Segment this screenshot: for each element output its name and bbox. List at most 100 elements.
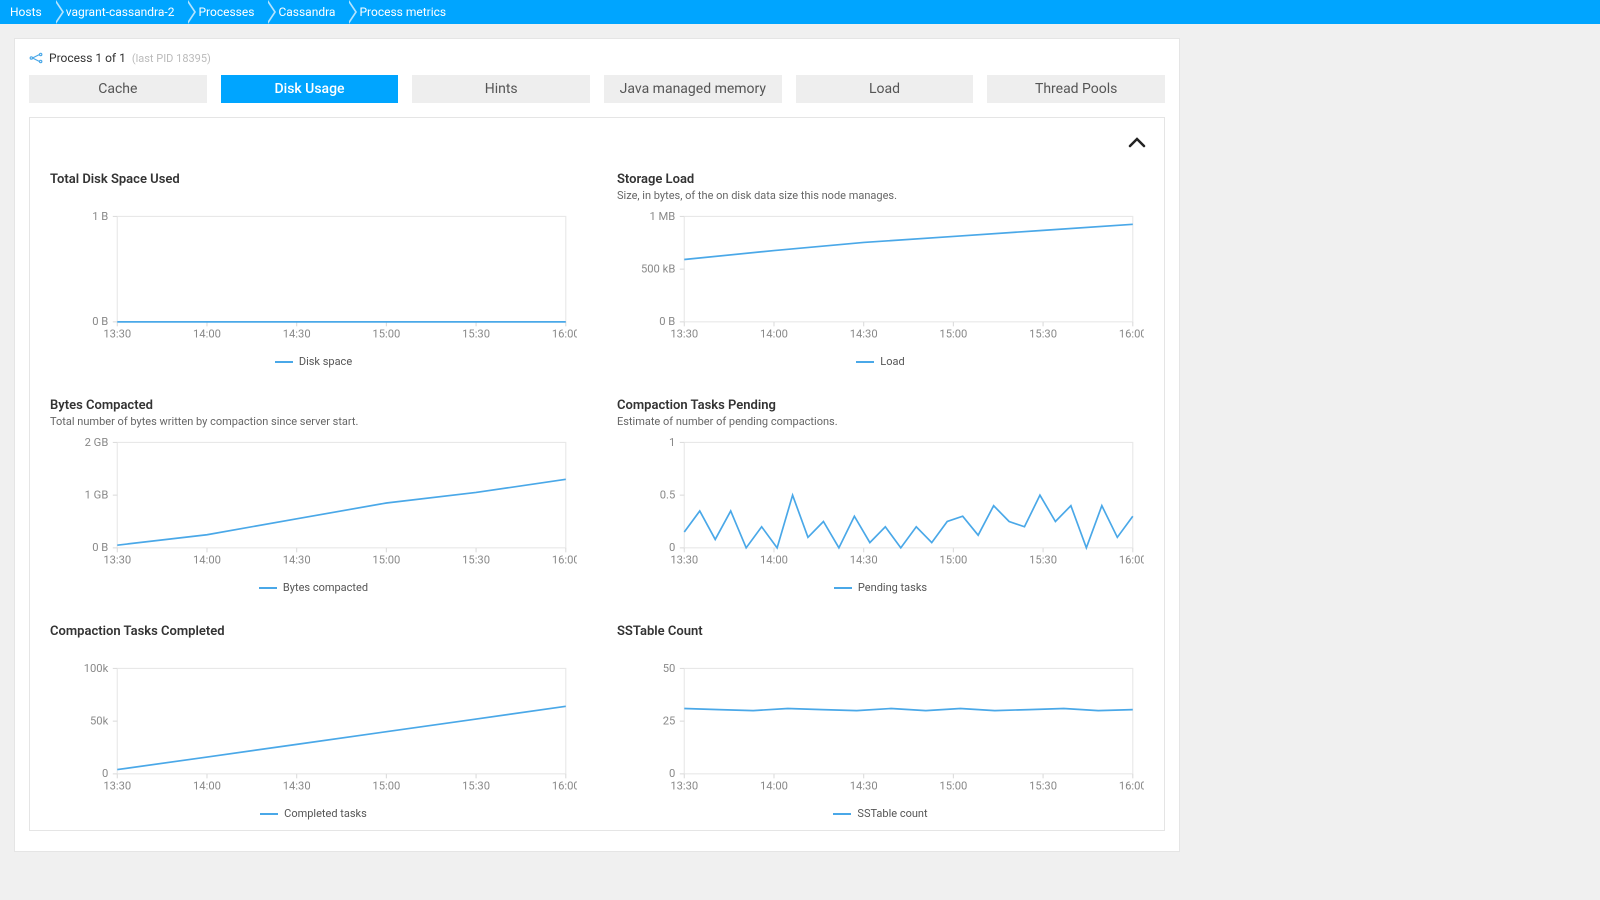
chart-plot[interactable]: 0 B1 B13:3014:0014:3015:0015:3016:00 — [50, 207, 577, 347]
chart-subtitle: Size, in bytes, of the on disk data size… — [617, 189, 1144, 203]
svg-text:50k: 50k — [90, 715, 109, 728]
chart-legend: SSTable count — [617, 807, 1144, 820]
chart-sstable-count: SSTable Count 0 25 50 13:30 14:00 14:30 15:00 1… — [617, 624, 1144, 820]
svg-text:15:00: 15:00 — [939, 554, 967, 567]
svg-text:16:00: 16:00 — [1119, 328, 1144, 341]
svg-text:13:30: 13:30 — [670, 554, 698, 567]
svg-text:14:00: 14:00 — [193, 328, 221, 341]
chart-subtitle — [617, 641, 1144, 655]
svg-text:100k: 100k — [84, 662, 109, 675]
chart-plot[interactable]: 0 B 1 GB 2 GB 13:30 14:00 14:30 15:00 15:30 16:0… — [50, 433, 577, 573]
chart-plot[interactable]: 0 B500 kB1 MB13:3014:0014:3015:0015:3016… — [617, 207, 1144, 347]
svg-text:13:30: 13:30 — [670, 780, 698, 793]
svg-text:15:30: 15:30 — [462, 554, 490, 567]
svg-text:13:30: 13:30 — [103, 780, 131, 793]
chart-title: SSTable Count — [617, 624, 1144, 639]
process-count-label: Process 1 of 1 — [49, 51, 126, 65]
chart-legend: Completed tasks — [50, 807, 577, 820]
svg-text:15:00: 15:00 — [372, 780, 400, 793]
chart-legend: Pending tasks — [617, 581, 1144, 594]
breadcrumb-item: Process metrics — [349, 0, 460, 24]
svg-text:14:30: 14:30 — [283, 328, 311, 341]
svg-text:14:30: 14:30 — [850, 328, 878, 341]
chart-legend: Disk space — [50, 355, 577, 368]
svg-text:1 B: 1 B — [92, 210, 108, 223]
svg-text:0 B: 0 B — [659, 315, 675, 328]
svg-text:13:30: 13:30 — [103, 554, 131, 567]
svg-text:0: 0 — [669, 541, 675, 554]
svg-text:1 GB: 1 GB — [85, 489, 109, 502]
process-pid: (last PID 18395) — [132, 52, 211, 65]
svg-text:14:00: 14:00 — [193, 780, 221, 793]
svg-text:15:30: 15:30 — [1029, 780, 1057, 793]
chevron-up-icon[interactable] — [1128, 132, 1146, 153]
chart-title: Total Disk Space Used — [50, 172, 577, 187]
tab-load[interactable]: Load — [796, 75, 974, 103]
page-content: Process 1 of 1 (last PID 18395) Cache Dis… — [14, 38, 1180, 852]
chart-compaction-completed: Compaction Tasks Completed 0 50k 100k 13:30… — [50, 624, 577, 820]
svg-text:0 B: 0 B — [92, 541, 108, 554]
chart-legend: Load — [617, 355, 1144, 368]
svg-text:14:30: 14:30 — [283, 780, 311, 793]
svg-text:1: 1 — [669, 436, 675, 449]
svg-text:15:00: 15:00 — [372, 554, 400, 567]
tab-cache[interactable]: Cache — [29, 75, 207, 103]
svg-text:14:00: 14:00 — [193, 554, 221, 567]
chart-legend: Bytes compacted — [50, 581, 577, 594]
tab-hints[interactable]: Hints — [412, 75, 590, 103]
chart-title: Bytes Compacted — [50, 398, 577, 413]
charts-panel: Total Disk Space Used 0 B 1 B 13:30 14:00 14… — [29, 117, 1165, 831]
svg-text:15:30: 15:30 — [462, 780, 490, 793]
chart-plot[interactable]: 0 50k 100k 13:30 14:00 14:30 15:00 15:30 16:00 — [50, 659, 577, 799]
svg-text:25: 25 — [663, 715, 676, 728]
svg-text:2 GB: 2 GB — [85, 436, 109, 449]
breadcrumb-item[interactable]: vagrant-cassandra-2 — [56, 0, 189, 24]
svg-text:15:00: 15:00 — [939, 328, 967, 341]
svg-text:14:30: 14:30 — [283, 554, 311, 567]
svg-text:50: 50 — [663, 662, 676, 675]
svg-text:16:00: 16:00 — [552, 554, 577, 567]
chart-subtitle — [50, 189, 577, 203]
svg-text:15:00: 15:00 — [939, 780, 967, 793]
chart-subtitle: Total number of bytes written by compact… — [50, 415, 577, 429]
svg-text:16:00: 16:00 — [1119, 554, 1144, 567]
tab-disk-usage[interactable]: Disk Usage — [221, 75, 399, 103]
chart-plot[interactable]: 0 25 50 13:30 14:00 14:30 15:00 15:30 16:00 — [617, 659, 1144, 799]
breadcrumb-item[interactable]: Processes — [188, 0, 268, 24]
svg-text:0.5: 0.5 — [660, 489, 676, 502]
process-icon — [29, 51, 43, 65]
tab-thread-pools[interactable]: Thread Pools — [987, 75, 1165, 103]
svg-text:14:30: 14:30 — [850, 780, 878, 793]
svg-text:15:30: 15:30 — [462, 328, 490, 341]
breadcrumb-item[interactable]: Hosts — [0, 0, 56, 24]
chart-storage-load: Storage Load Size, in bytes, of the on di… — [617, 172, 1144, 368]
svg-text:14:00: 14:00 — [760, 328, 788, 341]
svg-text:0: 0 — [669, 767, 675, 780]
svg-text:14:30: 14:30 — [850, 554, 878, 567]
svg-text:14:00: 14:00 — [760, 554, 788, 567]
chart-bytes-compacted: Bytes Compacted Total number of bytes wri… — [50, 398, 577, 594]
svg-text:0 B: 0 B — [92, 315, 108, 328]
svg-text:15:30: 15:30 — [1029, 554, 1057, 567]
breadcrumb-item[interactable]: Cassandra — [268, 0, 349, 24]
process-summary: Process 1 of 1 (last PID 18395) — [29, 51, 1165, 65]
svg-text:13:30: 13:30 — [103, 328, 131, 341]
breadcrumb: Hostsvagrant-cassandra-2ProcessesCassand… — [0, 0, 1600, 24]
chart-subtitle — [50, 641, 577, 655]
svg-text:14:00: 14:00 — [760, 780, 788, 793]
chart-compaction-pending: Compaction Tasks Pending Estimate of numb… — [617, 398, 1144, 594]
tab-java-managed-memory[interactable]: Java managed memory — [604, 75, 782, 103]
svg-text:1 MB: 1 MB — [649, 210, 675, 223]
svg-text:16:00: 16:00 — [552, 780, 577, 793]
svg-text:0: 0 — [102, 767, 108, 780]
chart-title: Storage Load — [617, 172, 1144, 187]
svg-text:16:00: 16:00 — [552, 328, 577, 341]
metric-tabs: Cache Disk Usage Hints Java managed memory L… — [29, 75, 1165, 103]
svg-text:16:00: 16:00 — [1119, 780, 1144, 793]
chart-plot[interactable]: 0 0.5 1 13:30 14:00 14:30 15:00 15:30 16:00 — [617, 433, 1144, 573]
chart-title: Compaction Tasks Completed — [50, 624, 577, 639]
svg-text:500 kB: 500 kB — [641, 263, 675, 276]
chart-title: Compaction Tasks Pending — [617, 398, 1144, 413]
chart-subtitle: Estimate of number of pending compaction… — [617, 415, 1144, 429]
svg-text:13:30: 13:30 — [670, 328, 698, 341]
